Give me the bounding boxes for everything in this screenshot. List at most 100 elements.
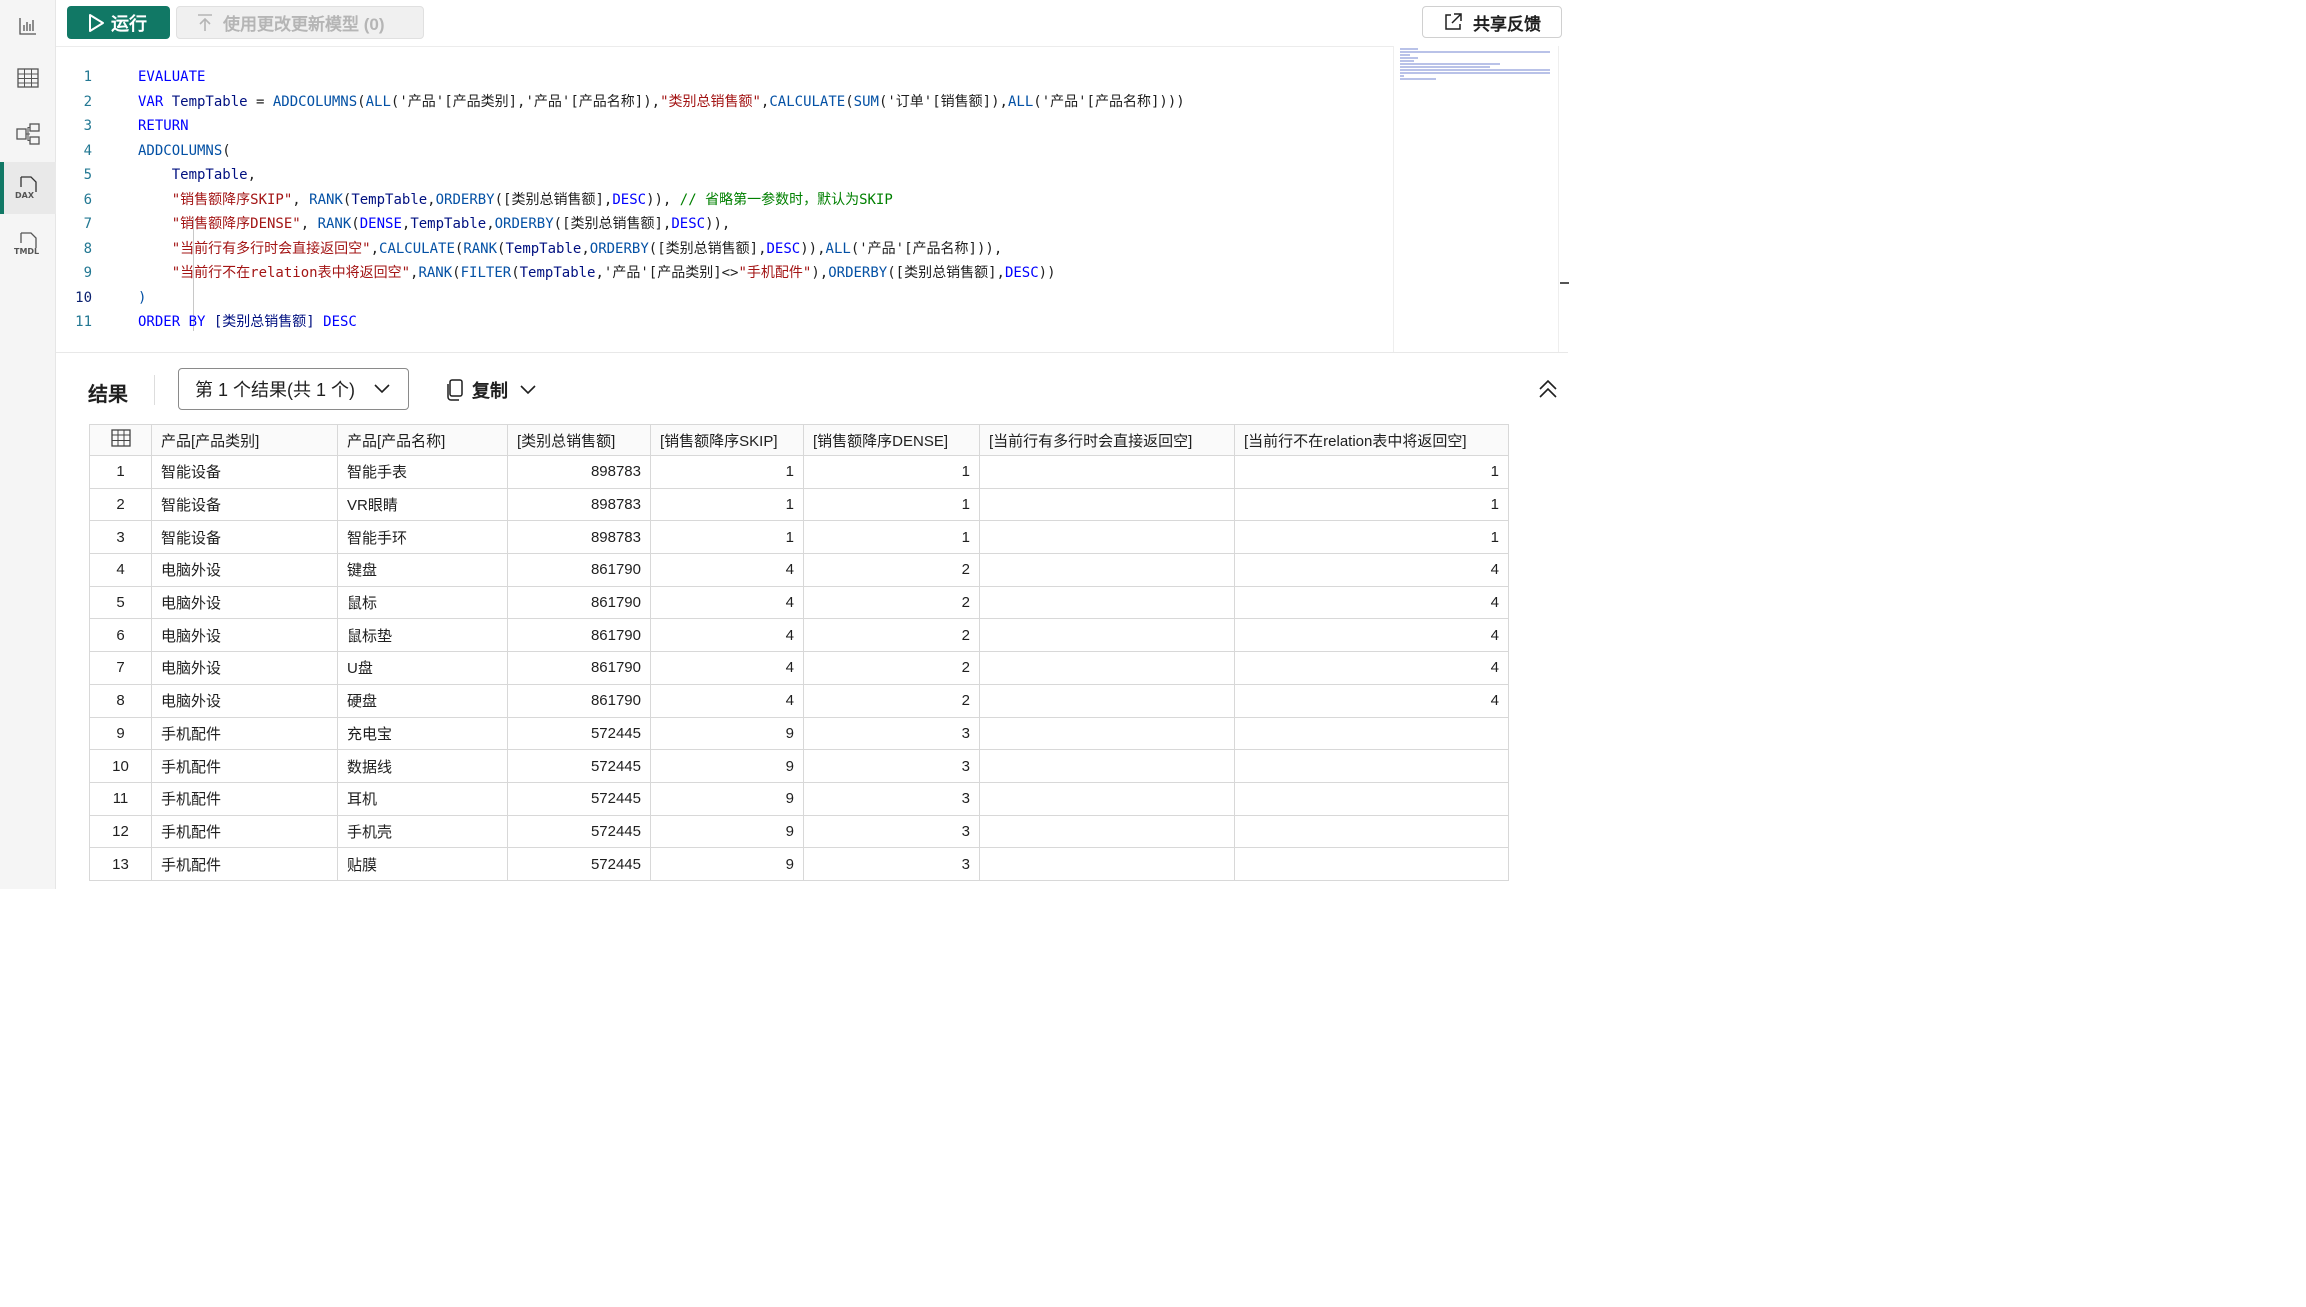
code-line[interactable]: 9 "当前行不在relation表中将返回空",RANK(FILTER(Temp… [56,261,1386,285]
code-token: CALCULATE [769,93,846,110]
table-cell: 9 [650,847,804,881]
table-cell [979,487,1235,522]
code-line[interactable]: 8 "当前行有多行时会直接返回空",CALCULATE(RANK(TempTab… [56,237,1386,261]
table-cell: 4 [650,651,804,685]
column-header[interactable]: 产品[产品名称] [337,424,508,456]
collapse-results-icon[interactable] [1538,379,1558,404]
table-cell: 861790 [507,553,651,587]
column-header[interactable]: [类别总销售额] [507,424,651,456]
row-number: 6 [89,618,152,653]
copy-button[interactable]: 复制 [446,377,536,403]
code-line[interactable]: 10) [56,286,1386,310]
table-cell [979,651,1235,685]
row-number: 11 [89,781,152,816]
code-token: ) [138,289,147,306]
table-row: 7 电脑外设 U盘 861790 4 2 4 [89,651,1509,685]
code-line[interactable]: 1 EVALUATE [56,65,1386,89]
column-header[interactable]: [销售额降序SKIP] [650,424,804,456]
code-token: TempTable [171,93,248,110]
code-line[interactable]: 6 "销售额降序SKIP", RANK(TempTable,ORDERBY([类… [56,188,1386,212]
table-cell: 572445 [507,716,651,751]
dax-code-editor[interactable]: 1 EVALUATE 2 VAR TempTable = ADDCOLUMNS(ALL… [56,46,1393,352]
row-number: 12 [89,814,152,849]
code-text: "销售额降序SKIP", RANK(TempTable,ORDERBY([类别总… [138,188,893,212]
code-token: ( [511,265,520,281]
code-line[interactable]: 4 ADDCOLUMNS( [56,139,1386,163]
column-header[interactable]: [销售额降序DENSE] [803,424,980,456]
table-row: 8 电脑外设 硬盘 861790 4 2 4 [89,683,1509,718]
editor-scrollbar[interactable] [1558,46,1569,352]
table-cell [979,847,1235,881]
table-cell [979,749,1235,783]
editor-minimap[interactable] [1393,46,1558,352]
code-token: // 省略第一参数时，默认为SKIP [679,191,893,208]
code-token: "当前行不在relation表中将返回空" [138,265,411,281]
code-token: ( [351,216,360,232]
column-header[interactable]: 产品[产品类别] [151,424,338,456]
code-token: TempTable [351,191,428,208]
code-line[interactable]: 11 ORDER BY [类别总销售额] DESC [56,310,1386,334]
model-view-icon[interactable] [0,108,56,160]
dax-query-view-icon[interactable]: DAX [0,162,56,214]
run-button[interactable]: 运行 [67,6,170,39]
table-cell: 572445 [507,781,651,816]
code-token: [类别总销售额] [213,314,315,330]
line-number: 3 [83,118,92,134]
table-row: 11 手机配件 耳机 572445 9 3 [89,781,1509,816]
select-all-table-icon[interactable] [89,424,152,456]
line-number: 8 [83,240,92,257]
code-token: ([类别总销售额], [494,191,613,208]
code-token: "类别总销售额" [660,93,761,110]
code-token: , [427,191,436,208]
code-line[interactable]: 2 VAR TempTable = ADDCOLUMNS(ALL('产品'[产品类… [56,90,1386,114]
results-table: 产品[产品类别] 产品[产品名称] [类别总销售额] [销售额降序SKIP] [销售额降… [89,424,1509,881]
table-cell: 572445 [507,847,651,881]
table-cell [1234,749,1509,783]
table-cell: 861790 [507,585,651,620]
table-cell: 2 [803,553,980,587]
table-cell: 4 [1234,651,1509,685]
table-cell [979,553,1235,587]
table-cell: 1 [650,487,804,522]
share-feedback-button[interactable]: 共享反馈 [1422,6,1562,38]
column-header[interactable]: [当前行不在relation表中将返回空] [1234,424,1509,456]
code-line[interactable]: 5 TempTable, [56,163,1386,187]
update-model-label: 使用更改更新模型 (0) [223,15,385,34]
result-selector-dropdown[interactable]: 第 1 个结果(共 1 个) [178,368,409,410]
table-cell [1234,716,1509,751]
left-nav-rail: DAX TMDL [0,0,56,889]
table-cell: 手机配件 [151,847,338,881]
table-cell: VR眼睛 [337,487,508,522]
table-cell: 1 [803,455,980,489]
table-cell: 智能设备 [151,455,338,489]
code-token: ('订单'[销售额]), [878,93,1008,110]
table-cell: 861790 [507,683,651,718]
update-model-button[interactable]: 使用更改更新模型 (0) [176,6,424,39]
row-number: 8 [89,683,152,718]
code-token: DESC [671,216,706,232]
table-cell: U盘 [337,651,508,685]
code-token: , [581,240,590,257]
code-token: , [486,216,495,232]
table-cell: 键盘 [337,553,508,587]
table-cell: 9 [650,716,804,751]
code-line[interactable]: 3 RETURN [56,114,1386,138]
code-token: RANK [463,240,498,257]
code-token: SUM [853,93,879,110]
minimap-line [1400,51,1550,53]
table-cell: 电脑外设 [151,683,338,718]
line-number: 6 [83,191,92,208]
table-cell: 898783 [507,520,651,555]
report-view-icon[interactable] [0,0,56,52]
line-number: 9 [83,265,92,281]
code-line[interactable]: 7 "销售额降序DENSE", RANK(DENSE,TempTable,ORD… [56,212,1386,236]
row-number: 5 [89,585,152,620]
column-header[interactable]: [当前行有多行时会直接返回空] [979,424,1235,456]
table-cell: 2 [803,683,980,718]
table-header-row: 产品[产品类别] 产品[产品名称] [类别总销售额] [销售额降序SKIP] [销售额降… [89,424,1509,456]
table-view-icon[interactable] [0,52,56,104]
code-token: TempTable [138,167,248,183]
line-number: 10 [75,289,92,306]
tmdl-view-icon[interactable]: TMDL [0,218,56,270]
table-row: 5 电脑外设 鼠标 861790 4 2 4 [89,585,1509,620]
